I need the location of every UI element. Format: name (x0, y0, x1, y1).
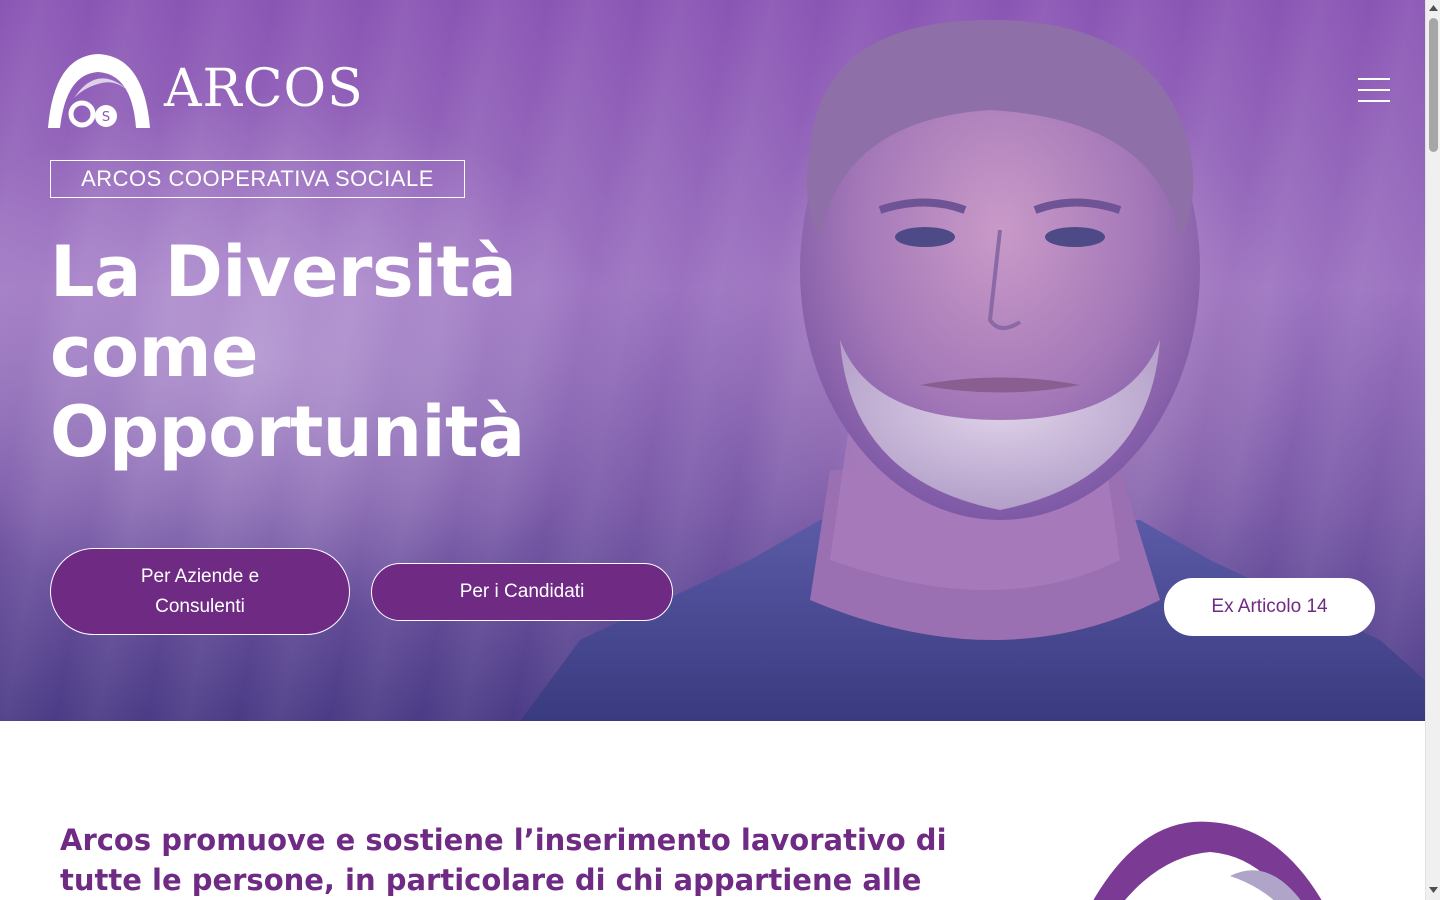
scroll-up-arrow-icon[interactable] (1429, 4, 1438, 12)
headline-line-2: come (50, 311, 259, 393)
cooperative-tag: ARCOS COOPERATIVA SOCIALE (50, 160, 465, 198)
arcos-emblem-icon (1093, 821, 1322, 900)
aziende-consulenti-button[interactable]: Per Aziende e Consulenti (50, 548, 350, 635)
arcos-logo-icon: S (48, 54, 150, 128)
hero-headline: La Diversità come Opportunità (50, 232, 610, 472)
vertical-scrollbar[interactable] (1425, 0, 1440, 900)
hamburger-line (1358, 100, 1390, 102)
ex-articolo-14-button[interactable]: Ex Articolo 14 (1164, 578, 1375, 636)
headline-line-1: La Diversità (50, 231, 517, 313)
hamburger-menu-icon (1358, 78, 1390, 80)
scroll-down-arrow-icon[interactable] (1429, 886, 1438, 894)
candidati-button[interactable]: Per i Candidati (371, 563, 673, 621)
scrollbar-thumb[interactable] (1429, 18, 1438, 152)
headline-line-3: Opportunità (50, 391, 525, 473)
hamburger-line (1358, 89, 1390, 91)
hamburger-menu-button[interactable] (1358, 78, 1392, 104)
intro-paragraph: Arcos promuove e sostiene l’inserimento … (60, 823, 947, 897)
logo-wordmark: ARCOS (164, 59, 364, 119)
hero-section: S ARCOS ARCOS COOPERATIVA SOCIALE La Div… (0, 0, 1425, 721)
svg-text:S: S (102, 110, 110, 125)
brand-logo[interactable]: S ARCOS (44, 48, 364, 130)
aziende-button-label: Per Aziende e Consulenti (140, 565, 260, 617)
